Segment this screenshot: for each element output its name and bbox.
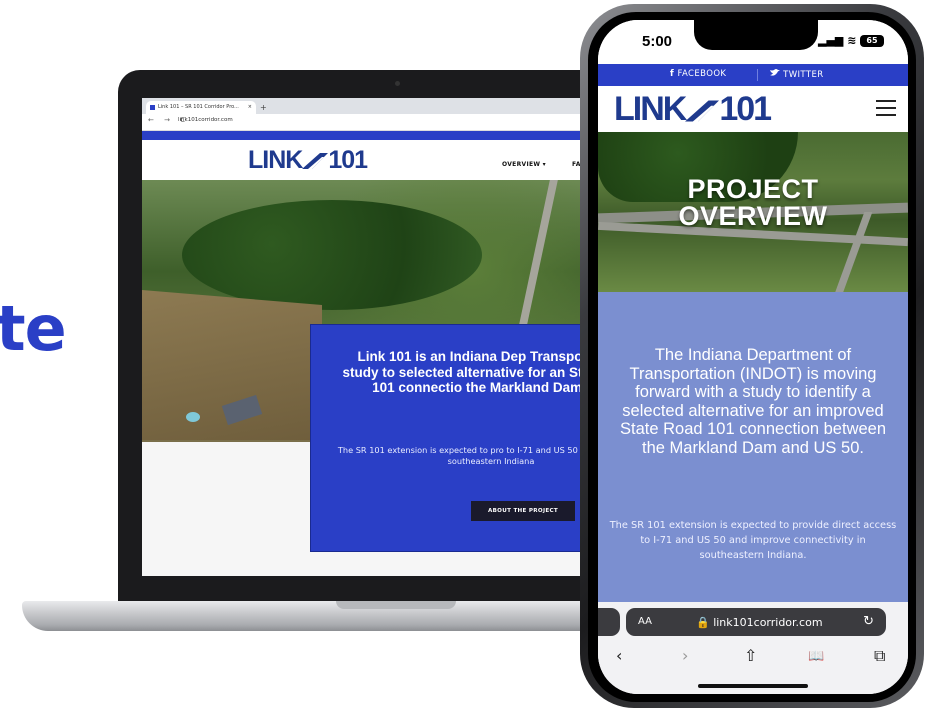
home-indicator bbox=[698, 684, 808, 688]
mobile-header: LINK 101 bbox=[598, 86, 908, 132]
favicon-icon bbox=[150, 105, 155, 110]
battery-icon: 65 bbox=[860, 35, 884, 47]
laptop-camera bbox=[395, 81, 400, 86]
overview-panel: The Indiana Department of Transportation… bbox=[598, 292, 908, 602]
tabs-icon[interactable]: ⧉ bbox=[874, 646, 885, 666]
phone-screen: 5:00 ▂▄▆ ≋ 65 f FACEBOOK TWITTER LINK 101… bbox=[598, 20, 908, 694]
signal-wifi-icon: ▂▄▆ ≋ bbox=[818, 34, 857, 47]
bookmarks-icon[interactable]: 📖 bbox=[808, 649, 824, 664]
social-divider bbox=[757, 69, 758, 81]
overview-text: The SR 101 extension is expected to prov… bbox=[609, 520, 897, 561]
about-project-button[interactable]: ABOUT THE PROJECT bbox=[471, 501, 575, 521]
nav-overview[interactable]: OVERVIEW ▾ FA bbox=[502, 161, 580, 168]
new-tab-icon[interactable]: + bbox=[260, 101, 267, 114]
reader-aa-button[interactable]: AA bbox=[638, 616, 652, 627]
social-bar: f FACEBOOK TWITTER bbox=[598, 64, 908, 86]
hero-title: PROJECT OVERVIEW bbox=[678, 174, 828, 231]
safari-toolbar: AA 🔒 link101corridor.com ↻ ‹ › ⇧ 📖 ⧉ bbox=[598, 602, 908, 694]
twitter-icon bbox=[770, 69, 780, 76]
site-logo[interactable]: LINK 101 bbox=[614, 90, 772, 129]
hero-banner: PROJECT OVERVIEW bbox=[598, 132, 908, 292]
dynamic-island bbox=[694, 20, 818, 50]
road-logo-icon bbox=[685, 100, 720, 122]
address-input[interactable]: link101corridor.com bbox=[178, 117, 233, 123]
back-icon[interactable]: ‹ bbox=[616, 646, 622, 665]
share-icon[interactable]: ⇧ bbox=[744, 646, 757, 665]
site-logo[interactable]: LINK 101 bbox=[248, 146, 368, 175]
status-bar: 5:00 ▂▄▆ ≋ 65 bbox=[598, 20, 908, 64]
laptop-notch bbox=[336, 601, 456, 609]
facebook-link[interactable]: f FACEBOOK bbox=[670, 69, 726, 79]
partial-headline: te bbox=[0, 292, 67, 365]
hamburger-menu-icon[interactable] bbox=[876, 100, 896, 121]
safari-address-bar[interactable]: AA 🔒 link101corridor.com ↻ bbox=[626, 608, 886, 636]
overview-heading: The Indiana Department of Transportation… bbox=[619, 346, 887, 457]
safari-url[interactable]: 🔒 link101corridor.com bbox=[696, 616, 823, 629]
twitter-link[interactable]: TWITTER bbox=[770, 69, 824, 80]
road-logo-icon bbox=[302, 153, 329, 170]
forward-icon[interactable]: › bbox=[682, 646, 688, 665]
status-time: 5:00 bbox=[642, 33, 673, 50]
browser-tab[interactable]: Link 101 – SR 101 Corridor Pro... × bbox=[146, 101, 256, 114]
tab-close-icon[interactable]: × bbox=[248, 101, 252, 114]
reload-icon[interactable]: ↻ bbox=[863, 614, 874, 629]
browser-tab-title: Link 101 – SR 101 Corridor Pro... bbox=[158, 104, 239, 110]
